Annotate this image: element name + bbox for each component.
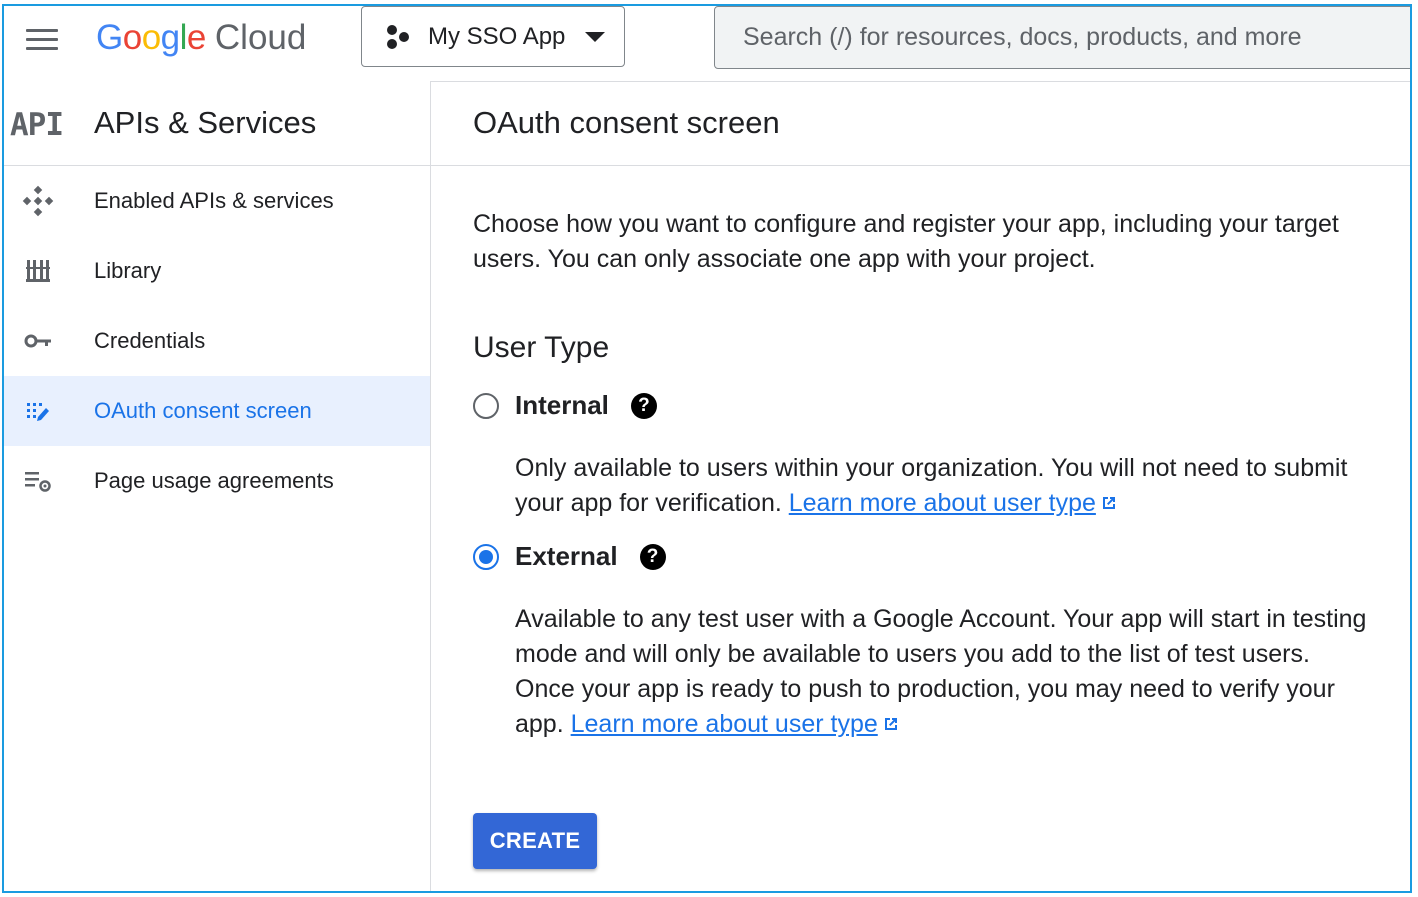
main-header: OAuth consent screen xyxy=(431,81,1410,166)
intro-text: Choose how you want to configure and reg… xyxy=(473,210,1339,273)
link-text: Learn more about user type xyxy=(788,489,1096,517)
google-cloud-logo[interactable]: Google Cloud xyxy=(96,18,306,62)
project-name: My SSO App xyxy=(428,22,566,50)
api-logo-icon: API xyxy=(10,107,64,143)
external-radio[interactable] xyxy=(473,543,499,570)
sidebar-item-label: OAuth consent screen xyxy=(94,398,312,423)
external-link-icon xyxy=(884,718,897,730)
sidebar-item-page-usage-agreements[interactable]: Page usage agreements xyxy=(4,446,430,516)
learn-more-link[interactable]: Learn more about user type xyxy=(571,710,878,738)
sidebar-item-label: Page usage agreements xyxy=(94,468,334,493)
dropdown-caret-icon xyxy=(585,31,606,42)
logo-letter: g xyxy=(160,18,180,57)
sidebar-header: API APIs & Services xyxy=(4,81,430,166)
user-type-heading: User Type xyxy=(473,331,610,364)
logo-letter: e xyxy=(186,18,206,57)
user-type-internal-option[interactable]: Internal ? xyxy=(473,390,657,421)
learn-more-link[interactable]: Learn more about user type xyxy=(789,489,1096,517)
sidebar-nav: Enabled APIs & services Library Credenti… xyxy=(4,166,430,516)
option-label: External xyxy=(515,541,618,571)
project-hexagon-icon xyxy=(387,24,409,49)
logo-letter: o xyxy=(141,18,161,57)
search-input[interactable] xyxy=(715,7,1410,68)
top-bar: Google Cloud My SSO App xyxy=(4,6,1410,82)
internal-description: Only available to users within your orga… xyxy=(515,451,1375,521)
search-bar[interactable] xyxy=(714,6,1410,69)
sidebar-item-library[interactable]: Library xyxy=(4,236,430,306)
logo-letter: l xyxy=(179,18,188,57)
sidebar: API APIs & Services Enabled APIs & servi… xyxy=(4,81,431,891)
link-text: Learn more about user type xyxy=(570,710,878,738)
sidebar-item-enabled-apis[interactable]: Enabled APIs & services xyxy=(4,166,430,236)
consent-screen-icon xyxy=(27,403,49,421)
internal-radio[interactable] xyxy=(473,392,499,419)
project-picker[interactable]: My SSO App xyxy=(361,6,625,67)
enabled-apis-icon xyxy=(22,185,54,217)
logo-letter: o xyxy=(122,18,142,57)
google-wordmark: Google xyxy=(96,18,206,58)
app-window: Google Cloud My SSO App API APIs & Servi… xyxy=(2,4,1412,893)
help-icon[interactable]: ? xyxy=(639,543,666,570)
sidebar-item-oauth-consent-screen[interactable]: OAuth consent screen xyxy=(4,376,430,446)
help-icon[interactable]: ? xyxy=(630,392,657,419)
sidebar-item-label: Library xyxy=(94,258,162,283)
sidebar-item-label: Credentials xyxy=(94,328,206,353)
page-title: OAuth consent screen xyxy=(473,105,780,140)
hamburger-menu-icon[interactable] xyxy=(24,26,60,54)
external-description: Available to any test user with a Google… xyxy=(515,602,1375,742)
external-link-icon xyxy=(1102,497,1115,509)
cloud-wordmark: Cloud xyxy=(214,18,307,57)
option-label: Internal xyxy=(515,390,609,420)
key-icon xyxy=(24,334,51,348)
sidebar-item-credentials[interactable]: Credentials xyxy=(4,306,430,376)
library-icon xyxy=(26,260,50,282)
main-content: OAuth consent screen Choose how you want… xyxy=(431,81,1410,891)
sidebar-item-label: Enabled APIs & services xyxy=(94,188,334,213)
sidebar-title[interactable]: APIs & Services xyxy=(94,105,316,141)
create-button[interactable]: CREATE xyxy=(473,813,597,869)
logo-letter: G xyxy=(96,18,123,57)
user-type-external-option[interactable]: External ? xyxy=(473,541,666,572)
settings-list-icon xyxy=(25,472,51,492)
